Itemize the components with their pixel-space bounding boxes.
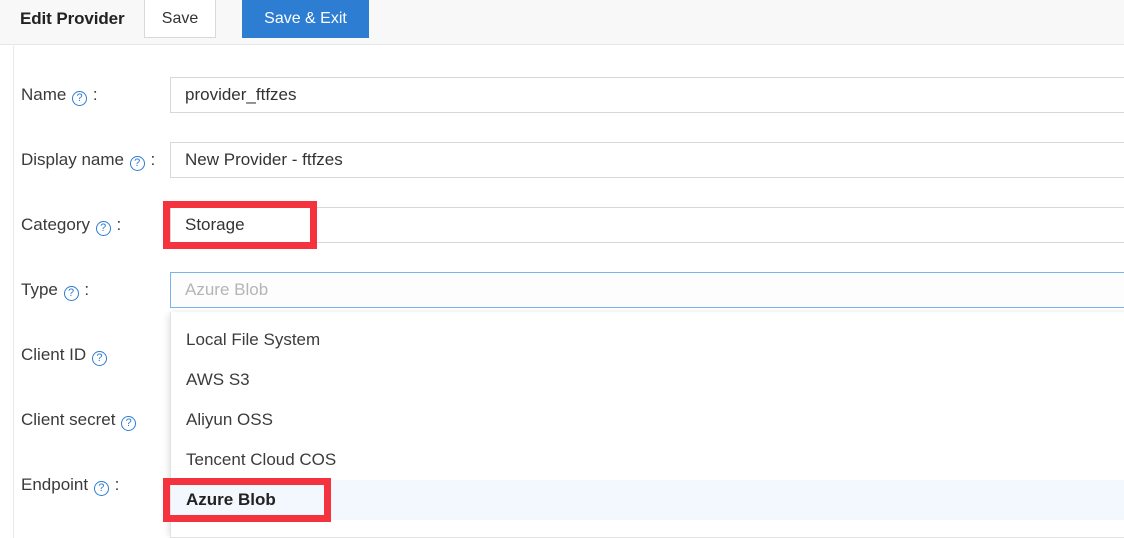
save-and-exit-button[interactable]: Save & Exit bbox=[242, 0, 369, 38]
label-endpoint-text: Endpoint bbox=[21, 475, 89, 494]
dropdown-option-local-file-system[interactable]: Local File System bbox=[171, 320, 1124, 360]
help-icon[interactable]: ? bbox=[63, 286, 79, 301]
label-client-id-text: Client ID bbox=[21, 345, 87, 364]
page-title: Edit Provider bbox=[20, 9, 125, 28]
label-type-suffix: : bbox=[84, 280, 90, 299]
label-endpoint-suffix: : bbox=[114, 475, 120, 494]
label-type-text: Type bbox=[21, 280, 58, 299]
help-icon[interactable]: ? bbox=[129, 156, 145, 171]
help-icon[interactable]: ? bbox=[91, 351, 107, 366]
help-icon[interactable]: ? bbox=[121, 416, 137, 431]
left-divider bbox=[13, 46, 14, 538]
category-input[interactable] bbox=[170, 207, 1124, 243]
dropdown-option-aws-s3[interactable]: AWS S3 bbox=[171, 360, 1124, 400]
help-icon[interactable]: ? bbox=[72, 91, 88, 106]
type-input[interactable] bbox=[170, 272, 1124, 308]
label-endpoint: Endpoint ? : bbox=[21, 474, 119, 496]
label-name-suffix: : bbox=[92, 85, 98, 104]
label-display-name-text: Display name bbox=[21, 150, 124, 169]
save-button[interactable]: Save bbox=[144, 0, 216, 38]
display-name-input[interactable] bbox=[170, 142, 1124, 178]
page-header: Edit Provider Save Save & Exit bbox=[0, 0, 1124, 45]
label-category-text: Category bbox=[21, 215, 90, 234]
label-category-suffix: : bbox=[116, 215, 122, 234]
label-client-secret: Client secret ? bbox=[21, 409, 137, 431]
dropdown-option-tencent-cloud-cos[interactable]: Tencent Cloud COS bbox=[171, 440, 1124, 480]
help-icon[interactable]: ? bbox=[93, 481, 109, 496]
label-display-name: Display name ? : bbox=[21, 149, 155, 171]
type-dropdown-list[interactable]: Local File System AWS S3 Aliyun OSS Tenc… bbox=[170, 312, 1124, 538]
label-type: Type ? : bbox=[21, 279, 89, 301]
label-name-text: Name bbox=[21, 85, 67, 104]
label-name: Name ? : bbox=[21, 84, 98, 106]
dropdown-option-azure-blob[interactable]: Azure Blob bbox=[171, 480, 1124, 520]
label-display-name-suffix: : bbox=[150, 150, 156, 169]
label-category: Category ? : bbox=[21, 214, 121, 236]
edit-provider-page: Edit Provider Save Save & Exit Name ? : … bbox=[0, 0, 1124, 538]
label-client-secret-text: Client secret bbox=[21, 410, 116, 429]
label-client-id: Client ID ? bbox=[21, 344, 108, 366]
help-icon[interactable]: ? bbox=[95, 221, 111, 236]
dropdown-option-aliyun-oss[interactable]: Aliyun OSS bbox=[171, 400, 1124, 440]
name-input[interactable] bbox=[170, 77, 1124, 113]
